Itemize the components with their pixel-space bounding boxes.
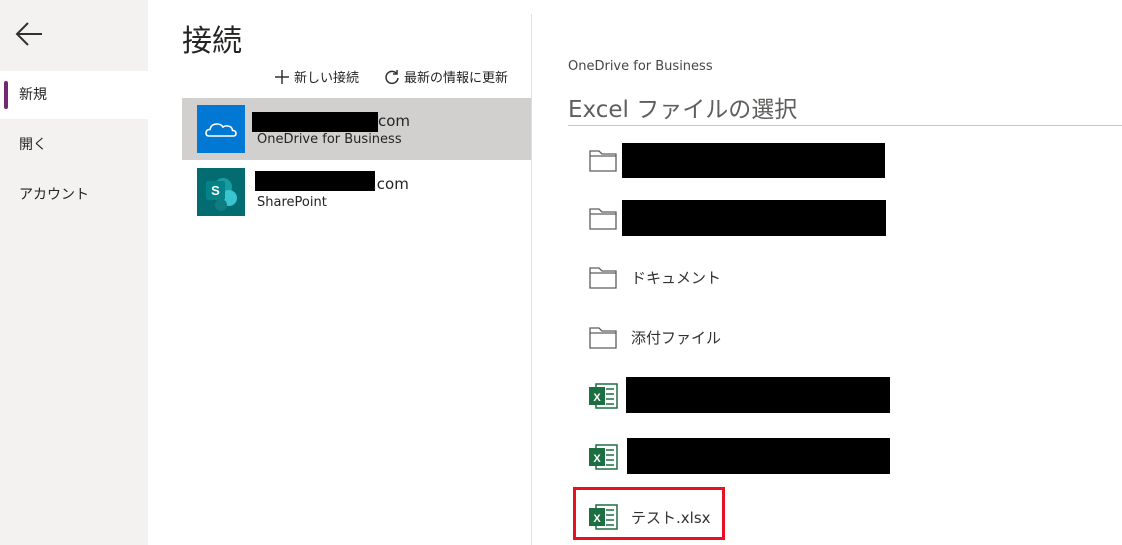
connection-domain: com xyxy=(378,112,411,130)
connection-service: SharePoint xyxy=(257,195,327,210)
excel-file-item[interactable]: X xyxy=(580,434,900,480)
pane-divider xyxy=(531,14,532,545)
folder-icon xyxy=(589,150,617,172)
connection-onedrive[interactable]: com OneDrive for Business xyxy=(182,98,531,160)
refresh-label: 最新の情報に更新 xyxy=(404,71,509,86)
nav-item-label: アカウント xyxy=(19,187,89,203)
nav-item-open[interactable]: 開く xyxy=(0,121,148,169)
svg-text:X: X xyxy=(593,392,601,404)
excel-file-item[interactable]: X xyxy=(580,373,900,419)
new-connection-label: 新しい接続 xyxy=(294,71,360,86)
nav-item-new[interactable]: 新規 xyxy=(0,71,148,119)
excel-icon: X xyxy=(589,444,618,470)
sharepoint-icon: S xyxy=(197,168,245,216)
onedrive-icon xyxy=(197,105,245,153)
redacted-account xyxy=(252,112,378,132)
folder-icon xyxy=(589,327,617,349)
file-name: 添付ファイル xyxy=(631,329,722,347)
folder-item[interactable]: ドキュメント xyxy=(580,254,900,300)
folder-item[interactable] xyxy=(580,137,900,183)
nav-item-account[interactable]: アカウント xyxy=(0,171,148,219)
folder-icon xyxy=(589,208,617,230)
picker-title: Excel ファイルの選択 xyxy=(568,97,798,123)
left-nav: 新規 開く アカウント xyxy=(0,0,148,545)
redacted-name xyxy=(622,143,885,178)
redacted-name xyxy=(622,200,886,236)
redacted-account xyxy=(255,171,375,191)
highlight-box xyxy=(573,487,725,540)
plus-icon xyxy=(275,69,289,84)
nav-item-label: 開く xyxy=(19,137,47,153)
arrow-left-icon xyxy=(15,22,42,46)
svg-text:S: S xyxy=(211,183,220,198)
svg-text:X: X xyxy=(593,453,601,465)
refresh-button[interactable]: 最新の情報に更新 xyxy=(384,67,508,86)
folder-item[interactable] xyxy=(580,195,900,241)
redacted-name xyxy=(626,377,890,413)
picker-divider xyxy=(568,125,1122,126)
redacted-name xyxy=(627,438,890,474)
excel-icon: X xyxy=(589,383,618,409)
folder-icon xyxy=(589,267,617,289)
picker-provider: OneDrive for Business xyxy=(568,59,713,74)
nav-item-label: 新規 xyxy=(19,87,47,103)
file-name: ドキュメント xyxy=(631,269,722,287)
connection-service: OneDrive for Business xyxy=(257,132,402,147)
back-button[interactable] xyxy=(14,20,46,48)
connection-sharepoint[interactable]: S .com SharePoint xyxy=(182,161,531,223)
connection-domain: .com xyxy=(372,175,409,193)
folder-item[interactable]: 添付ファイル xyxy=(580,314,900,360)
refresh-icon xyxy=(385,69,399,84)
page-title: 接続 xyxy=(182,24,242,59)
new-connection-button[interactable]: 新しい接続 xyxy=(274,67,359,86)
